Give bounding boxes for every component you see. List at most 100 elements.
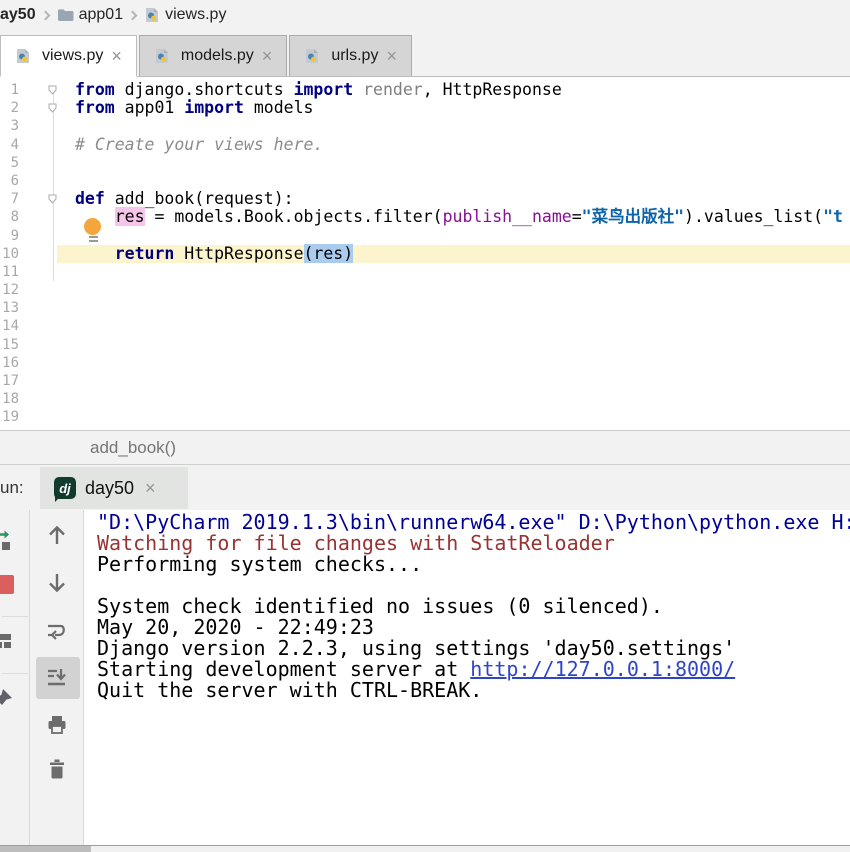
line-number: 7 <box>10 191 19 208</box>
up-arrow-icon[interactable] <box>44 522 70 548</box>
tab-label: models.py <box>180 47 254 64</box>
code-line: 15 <box>0 336 850 354</box>
editor-footer-breadcrumb: add_book() <box>0 430 850 464</box>
intention-bulb-icon[interactable] <box>84 218 102 242</box>
code-line: 5 <box>0 154 850 172</box>
pycharm-window: ay50 app01 views.py views.py models.py <box>0 0 850 852</box>
code-line: 18 <box>0 390 850 408</box>
console-line: May 20, 2020 - 22:49:23 <box>97 615 374 639</box>
code-line: 4 # Create your views here. <box>0 135 850 154</box>
console-line: Performing system checks... <box>97 552 423 576</box>
run-panel-body: "D:\PyCharm 2019.1.3\bin\runnerw64.exe" … <box>0 510 850 845</box>
line-number: 15 <box>2 336 19 353</box>
soft-wrap-icon[interactable] <box>44 618 70 644</box>
horizontal-scrollbar-thumb[interactable] <box>0 846 91 852</box>
scroll-to-end-icon[interactable] <box>44 665 70 691</box>
folder-icon <box>57 8 74 22</box>
code-line: 1 from django.shortcuts import render, Ht… <box>0 80 850 99</box>
breadcrumb-file[interactable]: views.py <box>165 6 226 24</box>
tab-views-py[interactable]: views.py <box>0 35 137 77</box>
line-number: 19 <box>2 409 19 426</box>
print-icon[interactable] <box>44 712 70 738</box>
breadcrumb-package[interactable]: app01 <box>79 6 124 24</box>
console-line: System check identified no issues (0 sil… <box>97 594 663 618</box>
restore-layout-icon[interactable] <box>0 628 14 654</box>
close-icon[interactable] <box>111 47 122 65</box>
code-line: 3 <box>0 117 850 135</box>
pin-icon[interactable] <box>0 687 14 713</box>
line-number: 3 <box>10 118 19 135</box>
console-line: Starting development server at http://12… <box>97 657 736 681</box>
python-file-icon <box>144 7 160 23</box>
python-file-icon <box>304 48 320 64</box>
code-line: 12 <box>0 281 850 299</box>
clear-all-icon[interactable] <box>44 756 70 782</box>
line-number: 4 <box>10 136 19 153</box>
line-number: 6 <box>10 172 19 189</box>
console-line: Watching for file changes with StatReloa… <box>97 531 615 555</box>
console-line: Django version 2.2.3, using settings 'da… <box>97 636 736 660</box>
tab-label: views.py <box>42 47 104 64</box>
line-number: 5 <box>10 154 19 171</box>
line-number: 8 <box>10 209 19 226</box>
toolbar-separator <box>2 673 28 674</box>
code-line: 13 <box>0 299 850 317</box>
chevron-right-icon <box>40 10 51 20</box>
line-number: 2 <box>10 100 19 117</box>
toolbar-separator <box>2 616 28 617</box>
status-bar <box>0 845 850 852</box>
close-icon[interactable] <box>145 479 156 497</box>
rerun-icon[interactable] <box>0 527 14 553</box>
django-icon: dj <box>54 477 76 499</box>
editor-lines: 1 from django.shortcuts import render, Ht… <box>0 77 850 427</box>
line-number: 11 <box>2 263 19 280</box>
tab-urls-py[interactable]: urls.py <box>289 35 412 76</box>
close-icon[interactable] <box>386 47 397 65</box>
run-panel-header: un: dj day50 <box>0 464 850 510</box>
code-line: 11 <box>0 263 850 281</box>
code-line: 16 <box>0 354 850 372</box>
line-number: 1 <box>10 82 19 98</box>
fold-marker-icon[interactable] <box>48 85 57 95</box>
current-function-breadcrumb[interactable]: add_book() <box>90 438 176 457</box>
code-line: 2 from app01 import models <box>0 99 850 117</box>
run-tab-day50[interactable]: dj day50 <box>40 467 188 509</box>
line-number: 13 <box>2 300 19 317</box>
code-line: 14 <box>0 317 850 335</box>
python-file-icon <box>154 48 170 64</box>
python-file-icon <box>15 48 31 64</box>
fold-marker-icon[interactable] <box>48 194 57 204</box>
console-line: "D:\PyCharm 2019.1.3\bin\runnerw64.exe" … <box>97 510 850 534</box>
line-number: 14 <box>2 318 19 335</box>
line-number: 16 <box>2 354 19 371</box>
run-left-toolbar <box>0 510 30 845</box>
tab-models-py[interactable]: models.py <box>138 35 288 76</box>
stop-icon[interactable] <box>0 572 18 598</box>
editor-tab-bar: views.py models.py urls.py <box>0 30 850 77</box>
line-number: 10 <box>2 245 19 262</box>
code-editor[interactable]: 1 from django.shortcuts import render, Ht… <box>0 77 850 430</box>
down-arrow-icon[interactable] <box>44 570 70 596</box>
code-line: 10 return HttpResponse(res) <box>0 243 850 263</box>
code-line: 8 res = models.Book.objects.filter(publi… <box>0 207 850 227</box>
code-line: 9 <box>0 227 850 245</box>
line-number: 12 <box>2 282 19 299</box>
fold-marker-icon[interactable] <box>48 103 57 113</box>
code-line: 7 def add_book(request): <box>0 190 850 208</box>
close-icon[interactable] <box>262 47 273 65</box>
line-number: 18 <box>2 391 19 408</box>
line-number: 9 <box>10 227 19 244</box>
run-tab-label: day50 <box>85 477 135 498</box>
server-url-link[interactable]: http://127.0.0.1:8000/ <box>470 657 735 681</box>
run-panel-label: un: <box>0 478 24 497</box>
tab-label: urls.py <box>331 47 379 64</box>
fold-region-line <box>53 89 54 281</box>
chevron-right-icon <box>127 10 138 20</box>
run-console-output[interactable]: "D:\PyCharm 2019.1.3\bin\runnerw64.exe" … <box>85 510 850 845</box>
console-toolbar <box>30 510 84 845</box>
line-number: 17 <box>2 373 19 389</box>
console-line: Quit the server with CTRL-BREAK. <box>97 678 483 702</box>
code-line: 19 <box>0 408 850 426</box>
breadcrumb-project[interactable]: ay50 <box>0 6 36 24</box>
